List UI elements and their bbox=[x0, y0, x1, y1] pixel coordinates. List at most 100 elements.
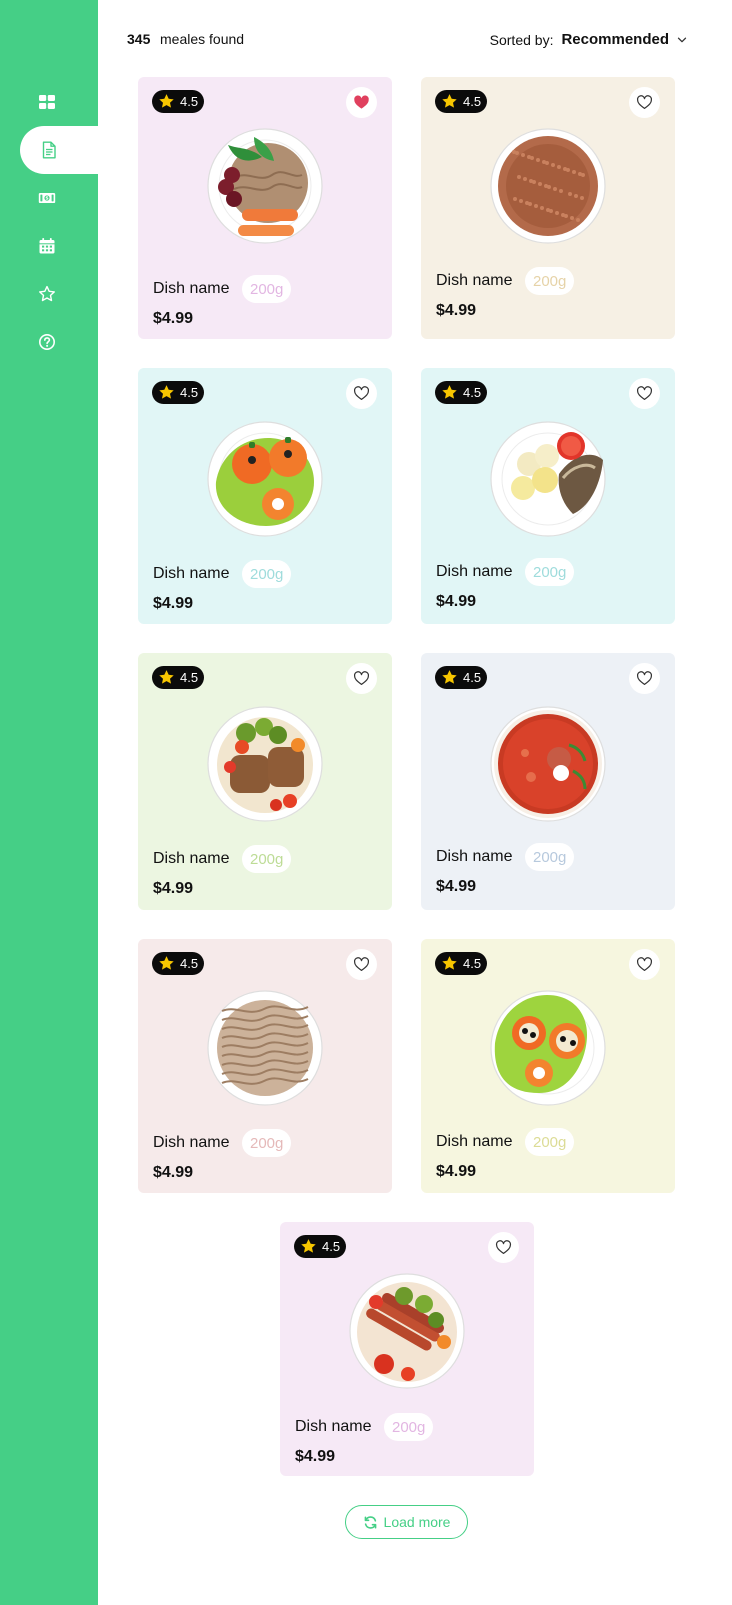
dish-name: Dish name bbox=[153, 565, 230, 582]
document-icon bbox=[42, 141, 56, 159]
dish-card[interactable]: 4.5 Dish name 200g $4.99 bbox=[138, 77, 392, 339]
dish-card[interactable]: 4.5 Dish name 200g $4.99 bbox=[421, 368, 675, 624]
dish-image bbox=[489, 989, 607, 1107]
star-icon bbox=[159, 94, 174, 108]
dish-price: $4.99 bbox=[436, 1163, 477, 1180]
dish-image bbox=[348, 1272, 466, 1390]
dish-name: Dish name bbox=[436, 563, 513, 580]
rating-badge: 4.5 bbox=[152, 381, 205, 404]
dish-weight: 200g bbox=[525, 267, 575, 295]
dish-image bbox=[489, 420, 607, 538]
dish-image bbox=[206, 705, 324, 823]
dish-photo bbox=[490, 990, 606, 1106]
dish-image bbox=[489, 127, 607, 245]
dish-photo bbox=[207, 706, 323, 822]
dish-card[interactable]: 4.5 Dish name 200g $4.99 bbox=[421, 653, 675, 910]
dish-weight: 200g bbox=[384, 1413, 434, 1441]
dish-name: Dish name bbox=[153, 280, 230, 297]
rating-value: 4.5 bbox=[463, 385, 482, 400]
dish-photo bbox=[490, 128, 606, 244]
sort-dropdown[interactable]: Sorted by: Recommended bbox=[490, 31, 687, 48]
rating-badge: 4.5 bbox=[152, 666, 205, 689]
heart-filled-icon bbox=[354, 95, 369, 109]
dish-image bbox=[206, 127, 324, 245]
favorite-button[interactable] bbox=[629, 378, 660, 409]
dish-name: Dish name bbox=[153, 1134, 230, 1151]
favorite-button[interactable] bbox=[629, 87, 660, 118]
star-icon bbox=[442, 94, 457, 108]
rating-value: 4.5 bbox=[180, 385, 199, 400]
sidebar-item-menu[interactable] bbox=[20, 126, 98, 174]
dish-image bbox=[206, 420, 324, 538]
rating-value: 4.5 bbox=[180, 670, 199, 685]
heart-icon bbox=[636, 386, 653, 400]
dish-card[interactable]: 4.5 Dish name 200g $4.99 bbox=[421, 939, 675, 1193]
heart-icon bbox=[636, 671, 653, 685]
star-icon bbox=[159, 385, 174, 399]
dish-card[interactable]: 4.5 Dish name 200g $4.99 bbox=[280, 1222, 534, 1476]
rating-value: 4.5 bbox=[463, 670, 482, 685]
calendar-icon bbox=[39, 238, 55, 254]
dish-name: Dish name bbox=[436, 848, 513, 865]
load-more-label: Load more bbox=[383, 1514, 451, 1530]
dish-card[interactable]: 4.5 Dish name 200g $4.99 bbox=[421, 77, 675, 339]
rating-value: 4.5 bbox=[180, 956, 199, 971]
favorite-button[interactable] bbox=[629, 663, 660, 694]
star-icon bbox=[159, 956, 174, 970]
favorite-button[interactable] bbox=[346, 378, 377, 409]
dish-card[interactable]: 4.5 Dish name 200g $4.99 bbox=[138, 653, 392, 910]
dish-photo bbox=[207, 421, 323, 537]
rating-value: 4.5 bbox=[463, 956, 482, 971]
dish-photo bbox=[207, 128, 323, 244]
load-more-button[interactable]: Load more bbox=[345, 1505, 468, 1539]
dish-weight: 200g bbox=[242, 275, 292, 303]
dish-price: $4.99 bbox=[153, 310, 194, 327]
sidebar-item-payments[interactable]: $ bbox=[0, 174, 98, 222]
sidebar-item-favorites[interactable] bbox=[0, 270, 98, 318]
dish-photo bbox=[490, 706, 606, 822]
sidebar: $ bbox=[0, 0, 98, 1605]
rating-badge: 4.5 bbox=[435, 381, 488, 404]
results-bar: 345 meales found Sorted by: Recommended bbox=[127, 28, 687, 52]
rating-badge: 4.5 bbox=[152, 952, 205, 975]
favorite-button[interactable] bbox=[629, 949, 660, 980]
heart-icon bbox=[636, 957, 653, 971]
dish-weight: 200g bbox=[242, 560, 292, 588]
rating-badge: 4.5 bbox=[435, 666, 488, 689]
star-icon bbox=[442, 670, 457, 684]
heart-icon bbox=[353, 671, 370, 685]
star-icon bbox=[159, 670, 174, 684]
dish-price: $4.99 bbox=[436, 593, 477, 610]
rating-badge: 4.5 bbox=[294, 1235, 347, 1258]
favorite-button[interactable] bbox=[346, 87, 377, 118]
favorite-button[interactable] bbox=[346, 949, 377, 980]
help-icon bbox=[39, 334, 55, 350]
sidebar-item-dashboard[interactable] bbox=[0, 78, 98, 126]
chevron-down-icon bbox=[677, 37, 687, 42]
dish-weight: 200g bbox=[525, 843, 575, 871]
rating-value: 4.5 bbox=[180, 94, 199, 109]
refresh-icon bbox=[364, 1515, 376, 1529]
heart-icon bbox=[353, 957, 370, 971]
sidebar-item-help[interactable] bbox=[0, 318, 98, 366]
dish-card[interactable]: 4.5 Dish name 200g $4.99 bbox=[138, 939, 392, 1193]
dish-price: $4.99 bbox=[295, 1448, 336, 1465]
dish-image bbox=[489, 705, 607, 823]
dish-card[interactable]: 4.5 Dish name 200g $4.99 bbox=[138, 368, 392, 624]
rating-value: 4.5 bbox=[322, 1239, 341, 1254]
favorite-button[interactable] bbox=[346, 663, 377, 694]
dish-weight: 200g bbox=[242, 1129, 292, 1157]
dish-weight: 200g bbox=[525, 558, 575, 586]
dish-name: Dish name bbox=[295, 1418, 372, 1435]
dish-price: $4.99 bbox=[153, 1164, 194, 1181]
svg-text:$: $ bbox=[45, 196, 48, 202]
star-icon bbox=[301, 1239, 316, 1253]
sidebar-item-calendar[interactable] bbox=[0, 222, 98, 270]
dish-price: $4.99 bbox=[436, 878, 477, 895]
rating-badge: 4.5 bbox=[435, 952, 488, 975]
dish-price: $4.99 bbox=[436, 302, 477, 319]
favorite-button[interactable] bbox=[488, 1232, 519, 1263]
rating-value: 4.5 bbox=[463, 94, 482, 109]
star-icon bbox=[442, 385, 457, 399]
rating-badge: 4.5 bbox=[152, 90, 205, 113]
